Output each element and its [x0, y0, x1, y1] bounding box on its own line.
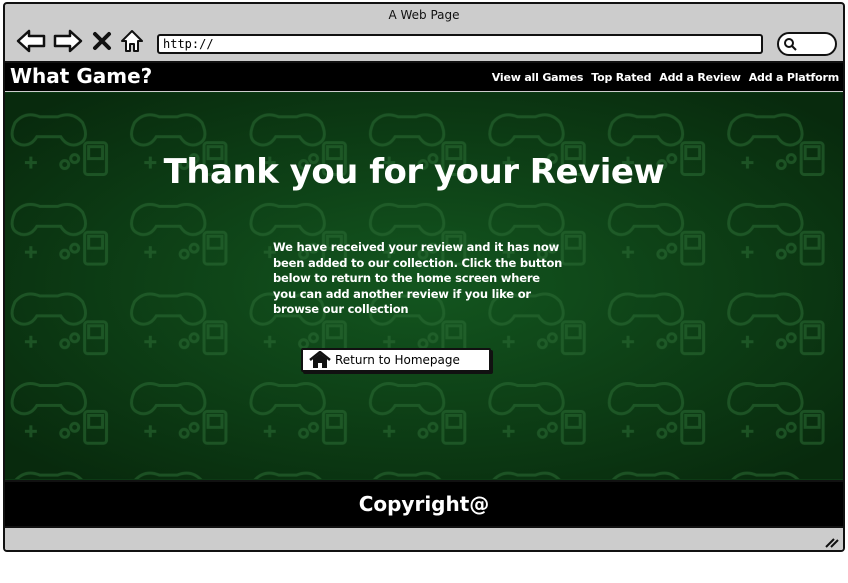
back-arrow-icon[interactable]: [15, 26, 47, 56]
browser-toolbar: http://: [5, 26, 843, 60]
copyright-text: Copyright@: [358, 492, 490, 516]
site-footer: Copyright@: [5, 480, 843, 528]
window-title: A Web Page: [388, 8, 460, 22]
address-bar[interactable]: http://: [157, 34, 763, 54]
site-logo[interactable]: What Game?: [10, 64, 152, 88]
stop-icon[interactable]: [91, 26, 113, 56]
home-icon: [309, 351, 331, 368]
nav-view-all-games[interactable]: View all Games: [492, 71, 584, 84]
page-title: Thank you for your Review: [163, 152, 665, 192]
return-home-label: Return to Homepage: [335, 353, 460, 367]
status-bar: [5, 528, 843, 550]
site-header: What Game? View all Games Top Rated Add …: [5, 61, 843, 91]
return-home-button[interactable]: Return to Homepage: [301, 348, 491, 372]
nav-add-review[interactable]: Add a Review: [659, 71, 741, 84]
confirmation-message: We have received your review and it has …: [273, 240, 563, 316]
search-icon: [784, 38, 797, 51]
browser-search-box[interactable]: [777, 32, 837, 56]
home-icon[interactable]: [118, 26, 146, 56]
nav-top-rated[interactable]: Top Rated: [591, 71, 651, 84]
hero-section: Thank you for your Review We have receiv…: [5, 92, 843, 480]
nav-add-platform[interactable]: Add a Platform: [749, 71, 839, 84]
browser-window: A Web Page http:// What Game? View all G…: [3, 2, 845, 552]
resize-grip-icon[interactable]: [823, 534, 839, 548]
forward-arrow-icon[interactable]: [52, 26, 84, 56]
main-nav: View all Games Top Rated Add a Review Ad…: [492, 71, 839, 84]
